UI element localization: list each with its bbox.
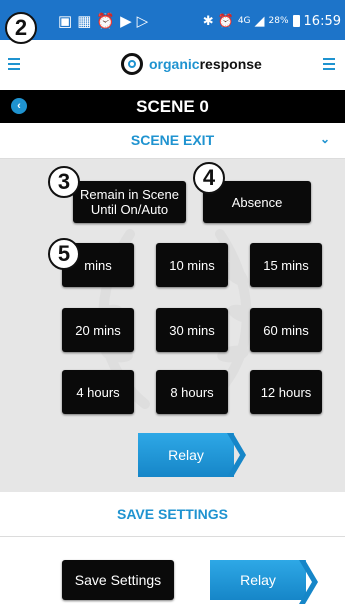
network-type: 4G	[237, 16, 251, 26]
callout-4: 4	[193, 162, 225, 194]
chevron-right-icon	[299, 560, 318, 604]
status-notification-icons: ▣ ▦ ⏰ ▶ ▷	[58, 11, 148, 31]
time-option-button[interactable]: 8 hours	[156, 370, 228, 414]
remain-in-scene-button[interactable]: Remain in Scene Until On/Auto	[73, 181, 186, 223]
status-system-icons: ✱ ⏰ 4G ◢ 28% 16:59	[203, 11, 341, 31]
play-icon: ▶	[120, 13, 132, 30]
save-actions: Save Settings Relay	[0, 537, 345, 604]
time-option-button[interactable]: 15 mins	[250, 243, 322, 287]
chevron-right-icon	[227, 433, 246, 477]
time-option-button[interactable]: 12 hours	[250, 370, 322, 414]
alarm-icon: ⏰	[96, 13, 116, 30]
scene-exit-title: SCENE EXIT	[130, 132, 215, 148]
chevron-down-icon[interactable]: ⌄	[320, 132, 330, 146]
play-outline-icon: ▷	[136, 13, 149, 30]
relay-label: Relay	[210, 560, 306, 600]
time-option-button[interactable]: 30 mins	[156, 308, 228, 352]
brand-logo: organicresponse	[121, 53, 262, 75]
relay-button[interactable]: Relay	[138, 433, 246, 477]
logo-icon	[121, 53, 143, 75]
calendar-icon: ▦	[77, 13, 92, 30]
scene-exit-header[interactable]: SCENE EXIT ⌄	[0, 123, 345, 159]
menu-left-icon[interactable]	[8, 58, 20, 70]
callout-3: 3	[48, 166, 80, 198]
menu-right-icon[interactable]	[323, 58, 335, 70]
logo-text: organicresponse	[149, 56, 262, 72]
app-header: organicresponse	[0, 40, 345, 90]
clock: 16:59	[303, 13, 341, 29]
time-option-button[interactable]: 10 mins	[156, 243, 228, 287]
save-settings-title: SAVE SETTINGS	[117, 506, 228, 522]
save-settings-button[interactable]: Save Settings	[62, 560, 174, 600]
time-option-button[interactable]: 20 mins	[62, 308, 134, 352]
gallery-icon: ▣	[58, 13, 73, 30]
callout-5: 5	[48, 238, 80, 270]
battery-icon	[292, 15, 300, 27]
relay-label: Relay	[138, 433, 234, 477]
save-settings-header: SAVE SETTINGS	[0, 492, 345, 537]
signal-icon: ◢	[254, 13, 265, 29]
callout-2: 2	[5, 12, 37, 44]
alarm-icon: ⏰	[217, 13, 234, 29]
scene-exit-panel: Remain in Scene Until On/Auto Absence mi…	[0, 159, 345, 492]
scene-bar: ‹ SCENE 0	[0, 90, 345, 123]
bluetooth-icon: ✱	[202, 13, 214, 29]
status-bar: ▣ ▦ ⏰ ▶ ▷ ✱ ⏰ 4G ◢ 28% 16:59	[0, 0, 345, 40]
time-option-button[interactable]: 4 hours	[62, 370, 134, 414]
time-option-button[interactable]: 60 mins	[250, 308, 322, 352]
save-relay-button[interactable]: Relay	[210, 560, 318, 604]
battery-percent: 28%	[268, 16, 289, 26]
scene-title: SCENE 0	[136, 97, 209, 116]
